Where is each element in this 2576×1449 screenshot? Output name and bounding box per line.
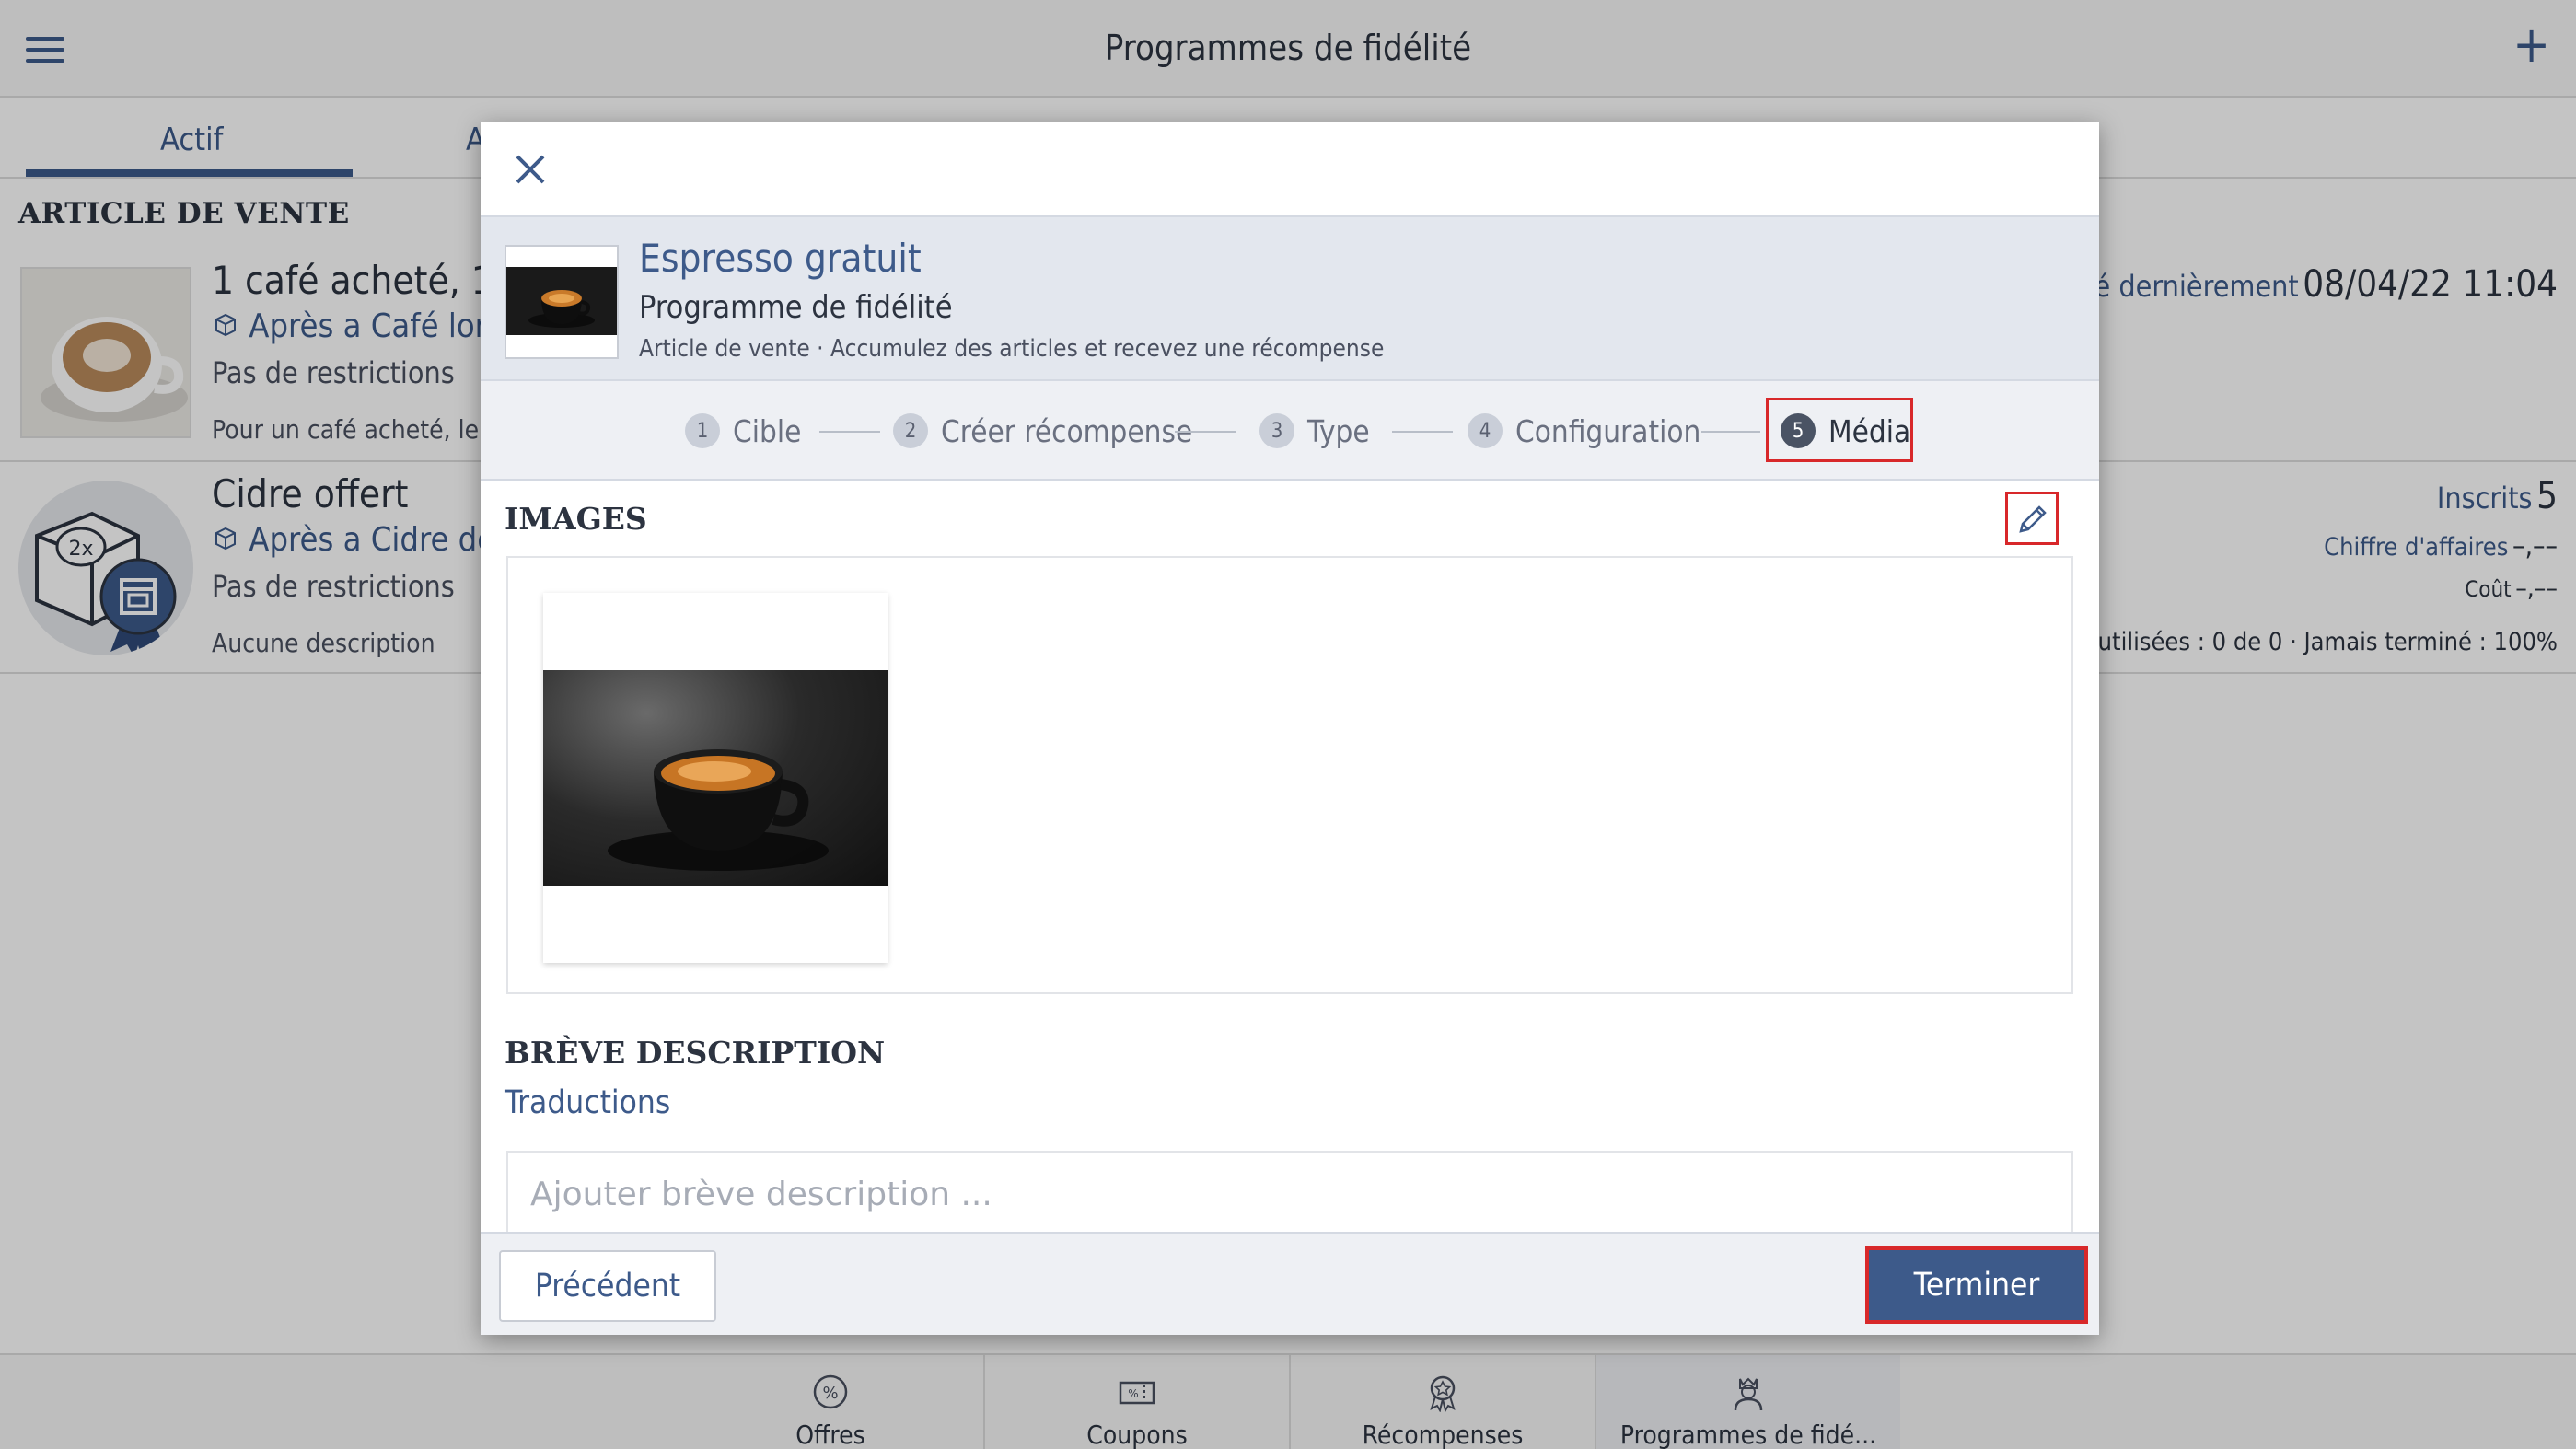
program-type: Programme de fidélité — [639, 289, 953, 326]
active-step-highlight — [1766, 398, 1913, 462]
pencil-icon — [2013, 500, 2052, 539]
program-thumbnail — [505, 245, 619, 359]
images-container — [506, 556, 2073, 994]
step-label: Configuration — [1515, 412, 1701, 449]
images-section-title: IMAGES — [505, 501, 647, 537]
step-number: 3 — [1259, 413, 1294, 448]
step-creer-recompense[interactable]: 2 Créer récompense — [893, 412, 1192, 449]
step-label: Cible — [733, 412, 802, 449]
step-number: 2 — [893, 413, 928, 448]
program-info: Article de vente · Accumulez des article… — [639, 335, 1385, 363]
step-connector — [1701, 431, 1760, 433]
step-number: 1 — [685, 413, 720, 448]
program-name: Espresso gratuit — [639, 236, 922, 281]
dialog-footer: Précédent Terminer — [481, 1232, 2099, 1335]
dialog-top-bar — [481, 122, 2099, 215]
step-cible[interactable]: 1 Cible — [685, 412, 801, 449]
step-connector — [1175, 431, 1236, 433]
translations-link[interactable]: Traductions — [505, 1084, 670, 1121]
edit-images-button[interactable] — [2005, 492, 2059, 545]
image-tile[interactable] — [543, 593, 888, 963]
previous-button[interactable]: Précédent — [499, 1250, 716, 1322]
description-section-title: BRÈVE DESCRIPTION — [505, 1035, 886, 1071]
app-root: Programmes de fidélité + Actif A ARTICLE… — [0, 0, 2576, 1449]
step-connector — [1392, 431, 1453, 433]
program-dialog: Espresso gratuit Programme de fidélité A… — [481, 122, 2099, 1335]
step-connector — [819, 431, 880, 433]
step-configuration[interactable]: 4 Configuration — [1468, 412, 1700, 449]
short-description-input[interactable] — [506, 1151, 2073, 1237]
step-number: 4 — [1468, 413, 1503, 448]
finish-button[interactable]: Terminer — [1865, 1246, 2088, 1324]
dialog-header: Espresso gratuit Programme de fidélité A… — [481, 215, 2099, 381]
step-label: Créer récompense — [941, 412, 1193, 449]
step-label: Type — [1307, 412, 1370, 449]
espresso-photo — [543, 670, 888, 886]
step-type[interactable]: 3 Type — [1259, 412, 1370, 449]
close-icon[interactable] — [514, 153, 547, 186]
